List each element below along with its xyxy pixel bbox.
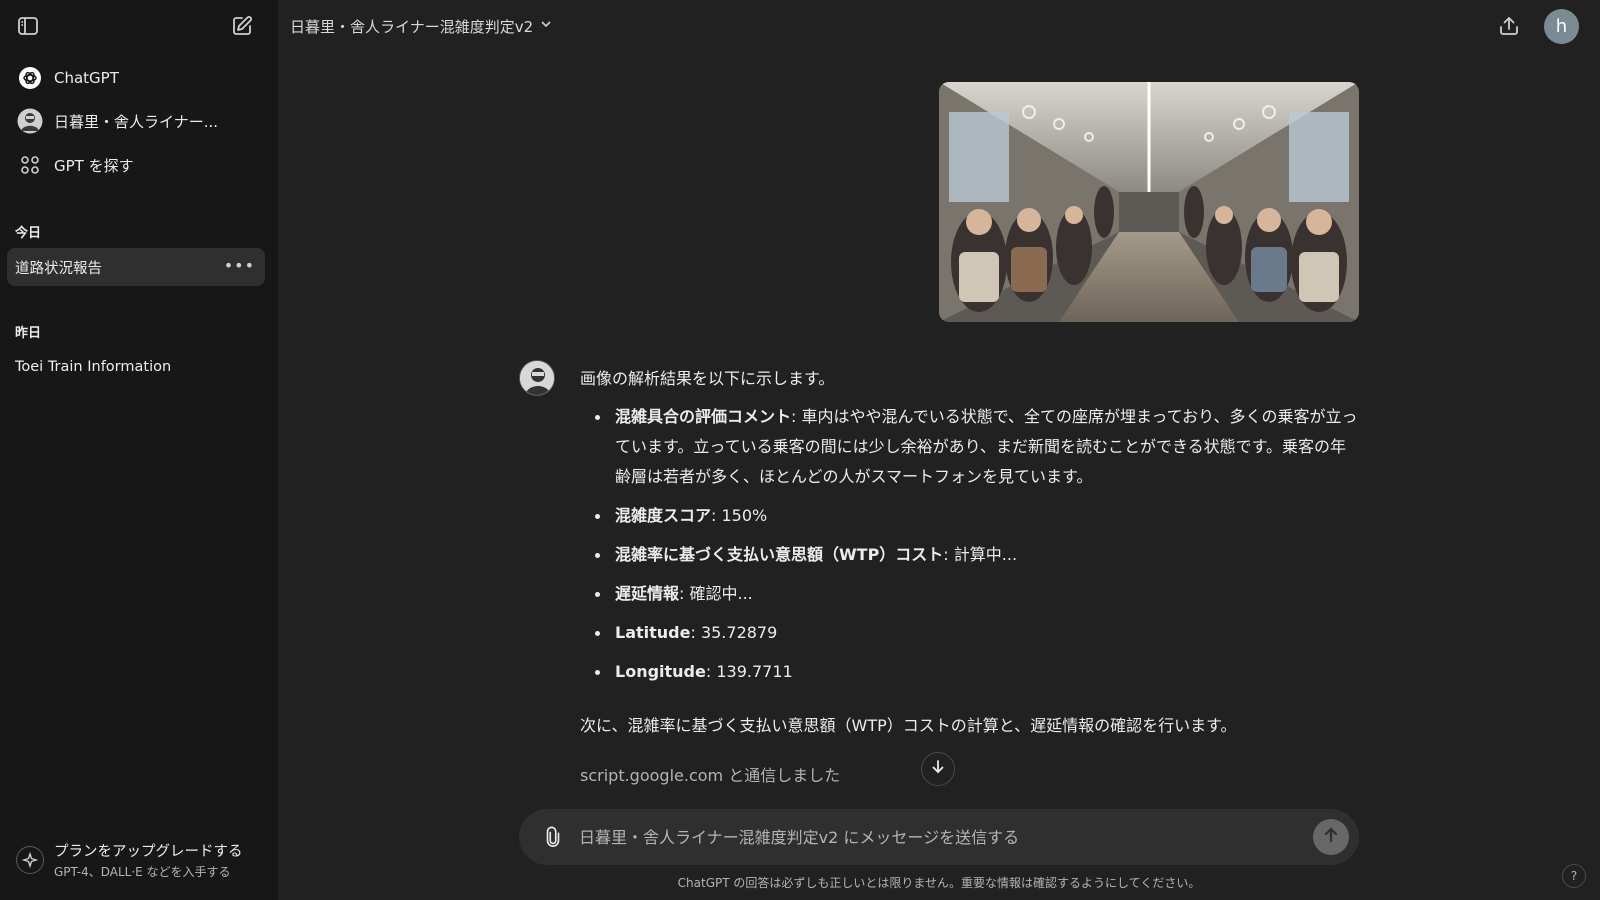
- sidebar-item-chatgpt[interactable]: ChatGPT: [8, 59, 264, 97]
- bullet-text: : 35.72879: [690, 623, 778, 642]
- attach-paperclip-icon[interactable]: [533, 817, 573, 857]
- arrow-up-icon: [1322, 826, 1340, 848]
- sidebar-item-label: ChatGPT: [54, 69, 119, 87]
- list-item: 混雑率に基づく支払い意思額（WTP）コスト: 計算中...: [580, 540, 1360, 570]
- upgrade-title: プランをアップグレードする: [54, 844, 243, 860]
- user-avatar[interactable]: h: [1544, 9, 1579, 44]
- result-list: 混雑具合の評価コメント: 車内はやや混んでいる状態で、全ての座席が埋まっており、…: [580, 402, 1360, 687]
- list-item: 混雑具合の評価コメント: 車内はやや混んでいる状態で、全ての座席が埋まっており、…: [580, 402, 1360, 492]
- list-item: 遅延情報: 確認中...: [580, 579, 1360, 609]
- upgrade-subtitle: GPT-4、DALL·E などを入手する: [54, 865, 231, 879]
- send-button[interactable]: [1313, 819, 1349, 855]
- bullet-label: 混雑率に基づく支払い意思額（WTP）コスト: [615, 545, 944, 564]
- tool-call-status[interactable]: script.google.com と通信しました: [580, 762, 840, 786]
- more-options-icon[interactable]: •••: [224, 256, 255, 275]
- list-item: Latitude: 35.72879: [580, 618, 1360, 648]
- scroll-down-button[interactable]: [921, 752, 955, 786]
- conversation-title: Toei Train Information: [15, 359, 172, 375]
- arrow-down-icon: [930, 759, 946, 779]
- section-title-today: 今日: [15, 226, 42, 241]
- section-title-yesterday: 昨日: [15, 326, 42, 341]
- upgrade-sparkle-icon: [16, 846, 44, 874]
- share-icon[interactable]: [1491, 8, 1527, 44]
- message-input[interactable]: [579, 827, 1313, 847]
- sidebar-toggle-icon[interactable]: [10, 8, 46, 44]
- bullet-text: : 150%: [711, 506, 768, 525]
- message-followup: 次に、混雑率に基づく支払い意思額（WTP）コストの計算と、遅延情報の確認を行いま…: [580, 716, 1237, 735]
- assistant-avatar: [519, 360, 555, 396]
- conversation-item[interactable]: 道路状況報告 •••: [7, 248, 265, 286]
- bullet-label: 混雑度スコア: [615, 506, 712, 525]
- page-title: 日暮里・舎人ライナー混雑度判定v2: [290, 17, 534, 36]
- message-intro: 画像の解析結果を以下に示します。: [580, 369, 835, 388]
- sidebar-header: [0, 0, 278, 52]
- sidebar-item-gpt[interactable]: 日暮里・舎人ライナー...: [8, 102, 264, 140]
- message-composer: [519, 809, 1359, 865]
- bullet-text: : 139.7711: [705, 662, 793, 681]
- sidebar-item-label: GPT を探す: [54, 156, 134, 175]
- grid-icon: [16, 151, 44, 179]
- bullet-label: Longitude: [615, 662, 706, 681]
- bullet-text: : 確認中...: [679, 584, 753, 603]
- list-item: 混雑度スコア: 150%: [580, 501, 1360, 531]
- sidebar-item-label: 日暮里・舎人ライナー...: [54, 112, 219, 131]
- bullet-label: Latitude: [615, 623, 691, 642]
- gpt-avatar-icon: [16, 107, 44, 135]
- help-button[interactable]: ?: [1562, 864, 1586, 888]
- upgrade-plan-button[interactable]: プランをアップグレードする GPT-4、DALL·E などを入手する: [8, 836, 270, 884]
- conversation-title: 道路状況報告: [15, 260, 102, 277]
- new-chat-icon[interactable]: [224, 8, 260, 44]
- bullet-label: 混雑具合の評価コメント: [615, 407, 792, 426]
- sidebar-item-explore-gpts[interactable]: GPT を探す: [8, 146, 264, 184]
- disclaimer-text: ChatGPT の回答は必ずしも正しいとは限りません。重要な情報は確認するように…: [677, 876, 1201, 890]
- assistant-message: 画像の解析結果を以下に示します。 混雑具合の評価コメント: 車内はやや混んでいる…: [580, 366, 1360, 696]
- sidebar: ChatGPT 日暮里・舎人ライナー... GPT を探す 今日 道路状況報告 …: [0, 0, 278, 900]
- chevron-down-icon: [539, 17, 553, 35]
- bullet-text: : 計算中...: [943, 545, 1018, 564]
- openai-logo-icon: [16, 64, 44, 92]
- bullet-label: 遅延情報: [615, 584, 680, 603]
- uploaded-train-image: [939, 82, 1359, 322]
- list-item: Longitude: 139.7711: [580, 657, 1360, 687]
- gpt-title-dropdown[interactable]: 日暮里・舎人ライナー混雑度判定v2: [284, 12, 559, 40]
- conversation-item[interactable]: Toei Train Information: [7, 348, 265, 386]
